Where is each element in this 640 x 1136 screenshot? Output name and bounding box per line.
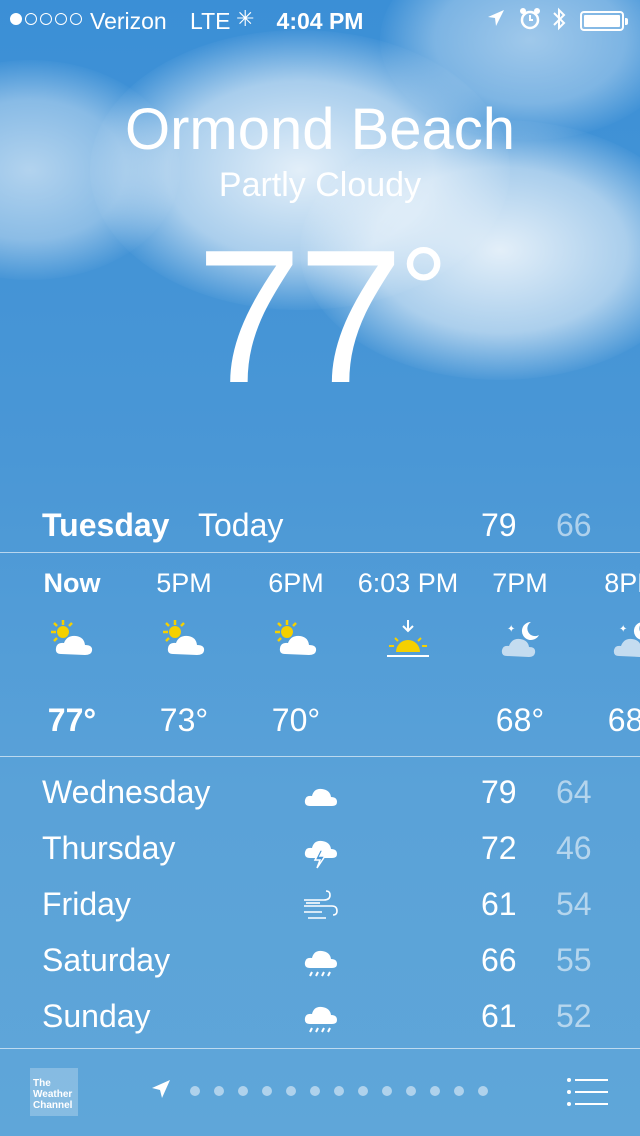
footer-toolbar: The Weather Channel [0, 1050, 640, 1136]
current-location-icon[interactable] [150, 1078, 172, 1105]
divider [0, 1048, 640, 1049]
page-dot[interactable] [214, 1086, 224, 1096]
daily-low: 54 [556, 886, 592, 922]
hourly-temp: 70° [271, 702, 321, 738]
today-label: Today [198, 507, 284, 543]
battery-icon [580, 11, 628, 31]
daily-row: Saturday 66 55 [0, 934, 640, 990]
daily-high: 79 [481, 774, 517, 810]
page-dot[interactable] [238, 1086, 248, 1096]
hourly-time: Now [43, 568, 101, 598]
battery-fill [584, 15, 620, 27]
today-summary: Tuesday Today 79 66 [0, 505, 640, 549]
partly-sunny-icon [236, 618, 356, 662]
svg-text:✦: ✦ [619, 624, 627, 635]
page-dot[interactable] [358, 1086, 368, 1096]
city-name: Ormond Beach [124, 97, 516, 162]
today-high: 79 [481, 507, 517, 543]
hourly-temp: 68° [495, 702, 545, 738]
rain-icon [300, 998, 340, 1038]
daily-low: 52 [556, 998, 592, 1034]
daily-low: 46 [556, 830, 592, 866]
hourly-time: 6:03 PM [357, 568, 459, 598]
daily-row: Thursday 72 46 [0, 822, 640, 878]
sunset-icon [348, 618, 468, 662]
page-dot[interactable] [310, 1086, 320, 1096]
partly-sunny-icon [12, 618, 132, 662]
wind-icon [300, 886, 340, 926]
daily-low: 55 [556, 942, 592, 978]
current-temperature: 77° [0, 222, 640, 412]
page-dot[interactable] [262, 1086, 272, 1096]
daily-high: 61 [481, 886, 517, 922]
page-indicator[interactable] [190, 1086, 488, 1096]
daily-day: Sunday [42, 998, 151, 1034]
daily-forecast: Wednesday 79 64 Thursday 72 46 Friday 61 54 Satur… [0, 766, 640, 1046]
daily-day: Friday [42, 886, 131, 922]
alarm-icon [518, 6, 542, 38]
partly-cloudy-night-icon: ✦ [572, 618, 640, 662]
hourly-item: 8PM ✦ 68° [572, 556, 640, 754]
daily-row: Sunday 61 52 [0, 990, 640, 1046]
cloud-icon [300, 774, 340, 814]
today-day: Tuesday [42, 507, 170, 543]
partly-sunny-icon [124, 618, 244, 662]
hourly-time: 7PM [492, 568, 548, 598]
page-dot[interactable] [454, 1086, 464, 1096]
weather-channel-logo[interactable]: The Weather Channel [30, 1068, 78, 1116]
hourly-item: 6:03 PM [348, 556, 468, 754]
daily-high: 61 [481, 998, 517, 1034]
svg-text:✦: ✦ [507, 624, 515, 635]
status-bar: Verizon LTE ✳ 4:04 PM [0, 0, 640, 40]
daily-low: 64 [556, 774, 592, 810]
daily-day: Saturday [42, 942, 171, 978]
daily-row: Friday 61 54 [0, 878, 640, 934]
hourly-item: Now 77° [12, 556, 132, 754]
daily-row: Wednesday 79 64 [0, 766, 640, 822]
hourly-temp: 77° [47, 702, 97, 738]
hourly-item: 5PM 73° [124, 556, 244, 754]
bluetooth-icon [550, 6, 568, 38]
today-low: 66 [556, 507, 592, 543]
location-services-icon [486, 8, 506, 36]
divider [0, 552, 640, 553]
page-dot[interactable] [286, 1086, 296, 1096]
hourly-forecast[interactable]: Now 77° 5PM 73° 6PM 70° 6:03 PM 7PM ✦ 68° 8PM ✦ 68° [0, 556, 640, 754]
temperature-value: 77 [196, 211, 403, 423]
hourly-temp: 73° [159, 702, 209, 738]
degree-symbol: ° [399, 223, 448, 357]
daily-high: 66 [481, 942, 517, 978]
status-time: 4:04 PM [276, 8, 364, 34]
page-dot[interactable] [190, 1086, 200, 1096]
page-dot[interactable] [430, 1086, 440, 1096]
hourly-time: 8PM [604, 568, 640, 598]
city-list-button[interactable] [566, 1076, 608, 1108]
thunderstorm-icon [300, 830, 340, 870]
hourly-time: 6PM [268, 568, 324, 598]
divider [0, 756, 640, 757]
hourly-temp: 68° [607, 702, 640, 738]
hourly-time: 5PM [156, 568, 212, 598]
page-dot[interactable] [478, 1086, 488, 1096]
current-condition: Partly Cloudy [218, 166, 422, 204]
rain-icon [300, 942, 340, 982]
daily-high: 72 [481, 830, 517, 866]
daily-day: Wednesday [42, 774, 211, 810]
page-dot[interactable] [382, 1086, 392, 1096]
page-dot[interactable] [334, 1086, 344, 1096]
hourly-item: 6PM 70° [236, 556, 356, 754]
hourly-item: 7PM ✦ 68° [460, 556, 580, 754]
page-dot[interactable] [406, 1086, 416, 1096]
daily-day: Thursday [42, 830, 176, 866]
partly-cloudy-night-icon: ✦ [460, 618, 580, 662]
